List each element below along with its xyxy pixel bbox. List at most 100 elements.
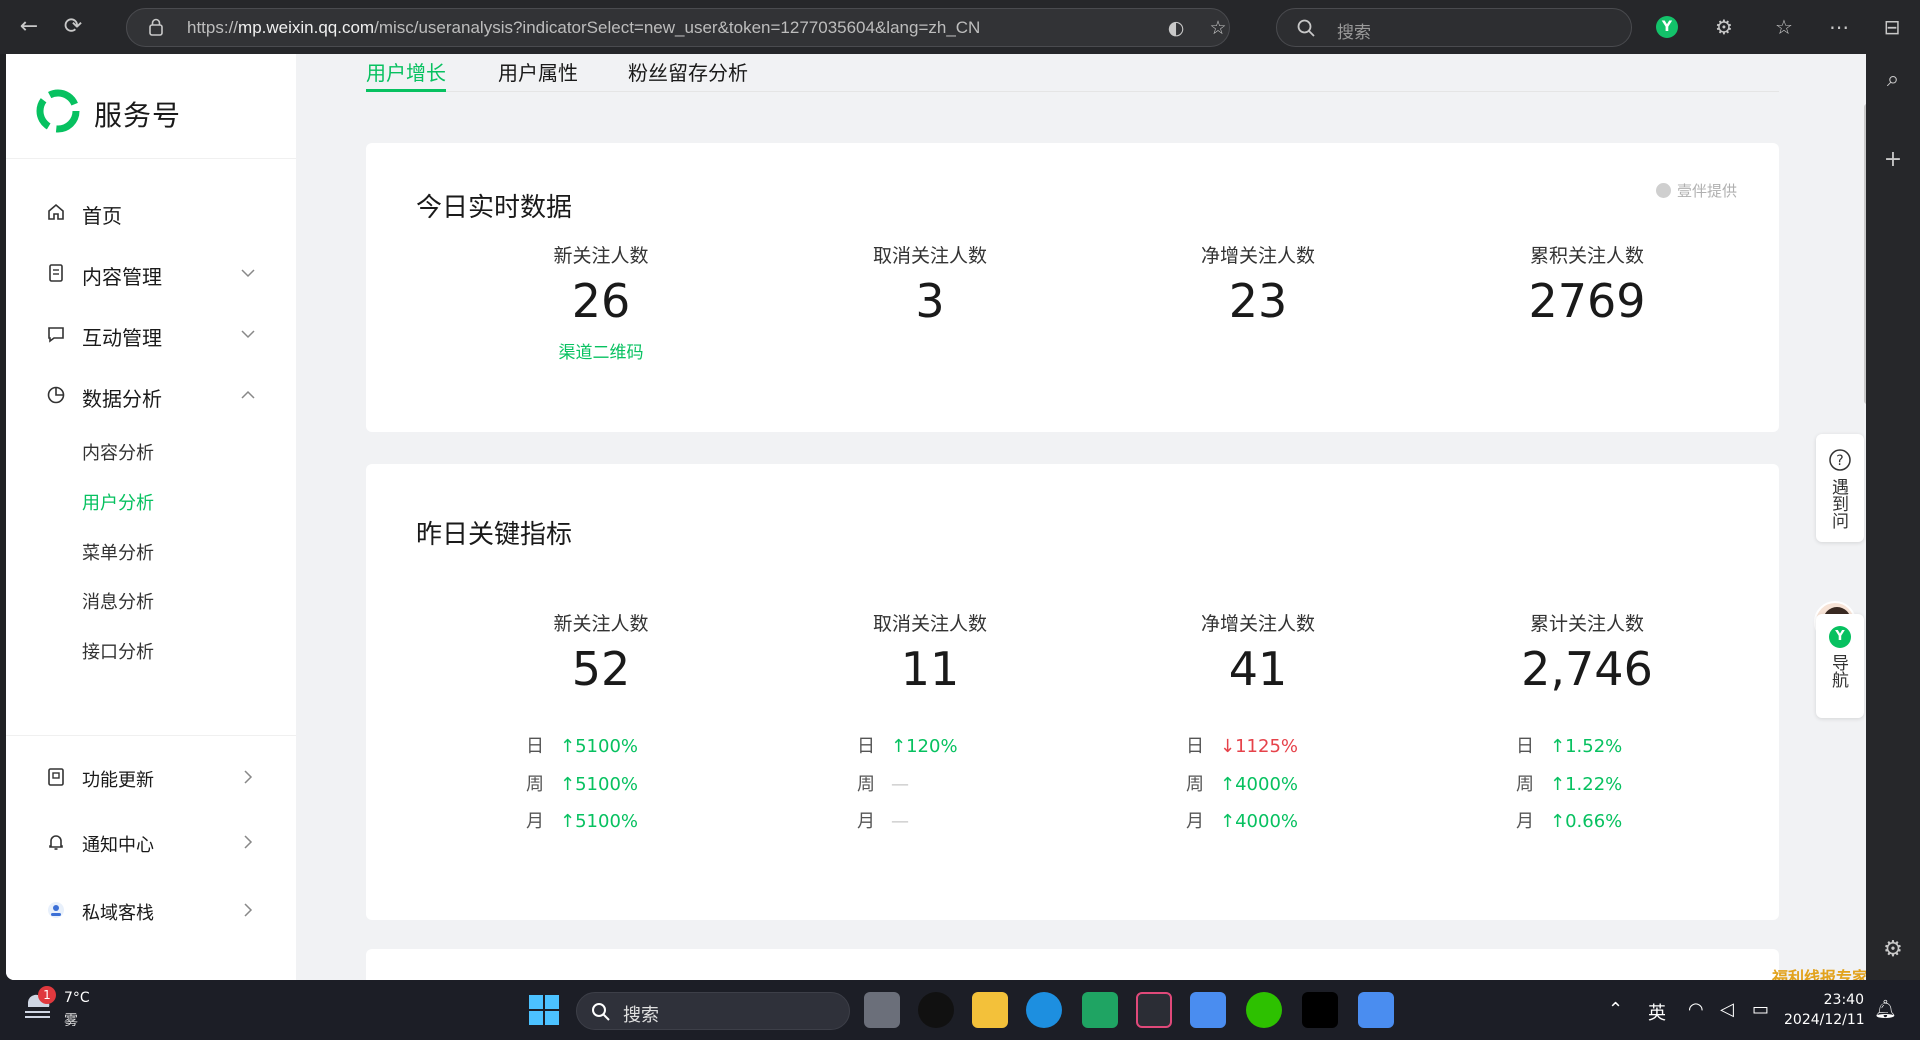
windows-start-icon[interactable] (528, 994, 560, 1026)
notification-bell-icon[interactable]: 🔔︎ (1874, 999, 1897, 1020)
compare-month: 月 ↑5100% (526, 811, 638, 832)
compare-month: 月 — (857, 811, 909, 832)
metric-label: 累积关注人数 (1529, 245, 1644, 267)
metric-label: 新关注人数 (553, 245, 649, 267)
sidebar-item-data-analysis[interactable]: 数据分析 (6, 375, 296, 415)
browser-search[interactable]: 搜索 (1276, 8, 1632, 47)
tab-bar: 用户增长 用户属性 粉丝留存分析 (366, 54, 1779, 92)
volume-icon[interactable]: ◁ (1720, 999, 1734, 1020)
netdisk-icon[interactable] (1358, 992, 1394, 1028)
sidebar-sub-user-analysis[interactable]: 用户分析 (82, 489, 154, 515)
taskbar-search[interactable]: 搜索 (576, 992, 850, 1030)
metric-new-follow: 新关注人数 52 (441, 609, 761, 696)
divider (6, 158, 296, 159)
help-panel[interactable]: ? 遇到问 (1816, 434, 1864, 542)
sidebar-item-label: 通知中心 (82, 835, 154, 856)
weather-widget[interactable]: 1 7°C 雾 (22, 986, 90, 1029)
favorite-star-icon[interactable]: ☆ (1207, 17, 1229, 39)
extension-yiban-icon[interactable]: Y (1656, 16, 1678, 38)
sidebar-item-notifications[interactable]: 通知中心 (6, 822, 296, 862)
taskbar-search-label: 搜索 (623, 1005, 659, 1026)
remote-desktop-icon[interactable] (1136, 992, 1172, 1028)
active-tab-indicator (366, 89, 446, 92)
tray-expand-icon[interactable]: ⌃ (1608, 999, 1623, 1020)
extensions-icon[interactable]: ⚙ (1710, 13, 1738, 41)
compare-month: 月 ↑0.66% (1516, 811, 1623, 832)
nav-panel[interactable]: Y 导航 (1816, 614, 1864, 718)
sidebar-item-home[interactable]: 首页 (6, 192, 296, 232)
page-scrollbar[interactable] (1864, 104, 1866, 404)
message-icon (48, 327, 64, 343)
refresh-icon[interactable]: ⟳ (58, 12, 88, 42)
compare-day: 日 ↑1.52% (1516, 736, 1623, 757)
clock[interactable]: 23:40 2024/12/11 (1784, 990, 1865, 1030)
page: 服务号 首页 内容管理 互动管理 数据分析 内容分析 用户分析 菜单分析 消息分… (6, 54, 1866, 980)
svg-text:?: ? (1836, 453, 1843, 469)
edge-reading-icon[interactable]: ◐ (1165, 17, 1187, 39)
sidebar-sub-api-analysis[interactable]: 接口分析 (82, 638, 154, 664)
metric-unfollow: 取消关注人数 11 (770, 609, 1090, 696)
more-menu-icon[interactable]: ⋯ (1825, 13, 1853, 41)
metric-value: 3 (915, 274, 945, 328)
browser-toolbar: ← ⟳ https://mp.weixin.qq.com/misc/useran… (0, 0, 1920, 54)
baidu-netdisk-icon[interactable] (1190, 992, 1226, 1028)
metric-new-follow: 新关注人数 26 渠道二维码 (441, 241, 761, 363)
sidebar-item-label: 首页 (82, 204, 122, 228)
yiban-icon: Y (1829, 626, 1851, 648)
settings-icon[interactable]: ⚙ (1881, 938, 1905, 962)
add-icon[interactable]: + (1881, 148, 1905, 172)
sidebar-sub-message-analysis[interactable]: 消息分析 (82, 588, 154, 614)
collections-icon[interactable]: ☆ (1770, 13, 1798, 41)
sidebar-sub-menu-analysis[interactable]: 菜单分析 (82, 539, 154, 565)
metric-total-follow: 累计关注人数 2,746 (1427, 609, 1747, 696)
tab-user-attributes[interactable]: 用户属性 (498, 57, 578, 86)
chevron-right-icon (244, 835, 253, 849)
sidebar-item-interaction[interactable]: 互动管理 (6, 314, 296, 354)
metric-label: 净增关注人数 (1200, 613, 1315, 635)
metric-label: 新关注人数 (553, 613, 649, 635)
watermark-sub: 福利线报专家 (1772, 968, 1866, 980)
chevron-right-icon (244, 770, 253, 784)
wechat-icon[interactable] (1246, 992, 1282, 1028)
sidebar-item-private-domain[interactable]: 私域客栈 (6, 890, 296, 930)
sidebar-item-content[interactable]: 内容管理 (6, 253, 296, 293)
tab-fan-retention[interactable]: 粉丝留存分析 (628, 57, 748, 86)
recorder-app-icon[interactable] (1082, 992, 1118, 1028)
lock-icon (149, 18, 163, 36)
metric-net-follow: 净增关注人数 23 (1098, 241, 1418, 328)
task-view-icon[interactable] (864, 992, 900, 1028)
sidebar-item-label: 私域客栈 (82, 903, 154, 924)
metric-value: 52 (571, 642, 631, 696)
chevron-down-icon (241, 269, 255, 278)
metric-label: 取消关注人数 (872, 245, 987, 267)
time: 23:40 (1823, 992, 1864, 1008)
wifi-icon[interactable]: ◠ (1688, 999, 1704, 1020)
question-icon: ? (1829, 449, 1851, 471)
qq-icon[interactable] (918, 992, 954, 1028)
weather-desc: 雾 (64, 1013, 78, 1029)
metric-label: 取消关注人数 (872, 613, 987, 635)
address-bar[interactable]: https://mp.weixin.qq.com/misc/useranalys… (126, 8, 1230, 47)
browser-sidebar: ⌕ + ⚙ (1866, 54, 1920, 980)
battery-icon[interactable]: ▭ (1752, 999, 1769, 1020)
feature-update-icon (48, 768, 64, 786)
sidebar-item-feature-updates[interactable]: 功能更新 (6, 757, 296, 797)
channel-qrcode-link[interactable]: 渠道二维码 (441, 338, 761, 363)
input-method[interactable]: 英 (1648, 999, 1666, 1025)
sidebar-sub-content-analysis[interactable]: 内容分析 (82, 439, 154, 465)
edge-browser-icon[interactable] (1026, 992, 1062, 1028)
compare-week: 周 — (857, 774, 909, 795)
tiktok-icon[interactable] (1302, 992, 1338, 1028)
sidebar-item-label: 内容管理 (82, 265, 162, 289)
search-placeholder: 搜索 (1337, 23, 1371, 43)
nav-label: 导航 (1828, 654, 1848, 688)
metric-value: 26 (571, 274, 631, 328)
metric-unfollow: 取消关注人数 3 (770, 241, 1090, 328)
file-explorer-icon[interactable] (972, 992, 1008, 1028)
back-icon[interactable]: ← (14, 12, 44, 42)
search-icon[interactable]: ⌕ (1881, 68, 1905, 92)
sidebar-toggle-icon[interactable]: ⊟ (1878, 13, 1906, 41)
yesterday-title: 昨日关键指标 (416, 520, 573, 550)
tab-user-growth[interactable]: 用户增长 (366, 57, 446, 86)
metric-value: 2769 (1528, 274, 1646, 328)
